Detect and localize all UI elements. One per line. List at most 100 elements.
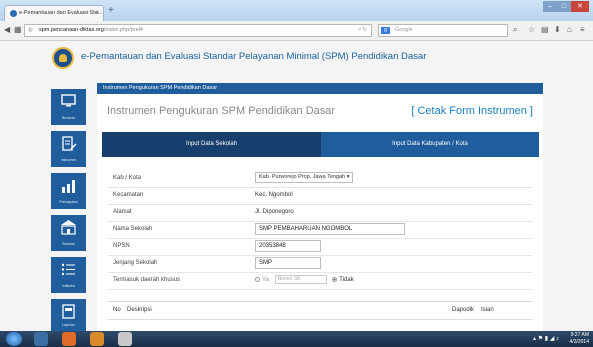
tidak-label: Tidak (339, 277, 354, 283)
url-path: /index.php/prel4 (103, 27, 143, 33)
star-icon[interactable]: ☆ (528, 26, 535, 34)
chevron-down-icon: ▾ (346, 174, 350, 180)
tab-title: e-Pemantauan dan Evaluasi Sta... (19, 10, 103, 16)
clock-time: 9:27 AM (570, 332, 589, 338)
sidebar-item-instrumen[interactable]: Instrumen (51, 131, 86, 167)
clock-date: 4/3/2014 (569, 339, 589, 345)
sidebar-label: Instrumen (60, 158, 77, 162)
window-controls: – □ ✕ (543, 1, 589, 13)
kecamatan-label: Kecamatan (113, 192, 144, 198)
tab-input-data-sekolah[interactable]: Input Data Sekolah (102, 132, 321, 157)
home-page-icon[interactable]: ⌂ (567, 26, 572, 34)
npsn-label: NPSN (113, 243, 130, 249)
site-header: e-Pemantauan dan Evaluasi Standar Pelaya… (0, 41, 593, 75)
download-icon[interactable]: ⬇ (554, 26, 561, 34)
jenjang-field[interactable]: SMP (255, 257, 321, 269)
sidebar-item-indikator[interactable]: Indikator (51, 257, 86, 293)
web-page: e-Pemantauan dan Evaluasi Standar Pelaya… (0, 41, 593, 331)
tab-input-data-kabupaten[interactable]: Input Data Kabupaten / Kota (321, 132, 539, 157)
npsn-field[interactable]: 20353848 (255, 240, 321, 252)
menu-icon[interactable]: ≡ (580, 26, 585, 34)
tut-wuri-logo (52, 47, 74, 69)
nama-sekolah-field[interactable]: SMP PEMBAHARUAN NGOMBOL (255, 223, 405, 235)
site-title: e-Pemantauan dan Evaluasi Standar Pelaya… (81, 51, 427, 62)
back-arrow-icon[interactable]: ◀ (4, 26, 10, 34)
globe-icon: ◍ (28, 27, 33, 33)
app-icon[interactable] (90, 332, 104, 346)
tab-strip: Input Data Sekolah Input Data Kabupaten … (102, 132, 539, 157)
ya-radio[interactable] (255, 276, 260, 282)
kab-kota-label: Kab / Kota (113, 175, 142, 181)
minimize-button[interactable]: – (543, 1, 557, 12)
tab-favicon-icon (10, 10, 17, 17)
os-taskbar: ▴ ⚑ ▮ ◢ ♪ 9:27 AM 4/3/2014 (0, 331, 593, 347)
form-row-alamat: Alamat Jl. Diponegoro (107, 204, 533, 222)
clock[interactable]: 9:27 AM 4/3/2014 (570, 332, 589, 346)
address-bar[interactable]: ◍ spm.pencanaan-diktas.org/index.php/pre… (24, 24, 372, 37)
app-icon[interactable] (118, 332, 132, 346)
system-tray-icons[interactable]: ▴ ⚑ ▮ ◢ ♪ (533, 335, 559, 342)
browser-tab-bar: e-Pemantauan dan Evaluasi Sta... × + – □… (0, 0, 593, 21)
sidebar-label: Sekolah (62, 242, 75, 246)
sidebar-label: Indikator (61, 284, 76, 288)
daerah-khusus-options: Ya Nomor SK Tidak (255, 274, 354, 287)
jenjang-label: Jenjang Sekolah (113, 260, 158, 266)
reload-icon[interactable]: ▿ ↻ (358, 25, 367, 36)
tidak-radio[interactable] (332, 276, 338, 282)
search-icon[interactable]: ⌕ (513, 26, 517, 34)
daerah-khusus-label: Termasuk daerah khusus (113, 277, 181, 283)
home-icon[interactable]: ▦ (14, 26, 22, 34)
alamat-label: Alamat (113, 209, 132, 215)
col-no: No (113, 307, 121, 313)
search-placeholder: Google (395, 27, 413, 33)
page-title: Instrumen Pengukuran SPM Pendidikan Dasa… (107, 105, 336, 117)
col-isian: Isian (481, 307, 494, 313)
sidebar-item-laporan[interactable]: Laporan (51, 299, 86, 331)
monitor-icon (61, 94, 76, 107)
maximize-button[interactable]: □ (557, 1, 571, 12)
alamat-value: Jl. Diponegoro (255, 209, 294, 215)
browser-tab[interactable]: e-Pemantauan dan Evaluasi Sta... × (4, 5, 104, 21)
col-deskripsi: Deskripsi (127, 307, 152, 313)
ya-label: Ya (262, 277, 269, 283)
form-row-npsn: NPSN 20353848 (107, 238, 533, 256)
sidebar-label: Pencapaian (59, 200, 78, 204)
col-dapodik: Dapodik (452, 307, 475, 313)
print-form-link[interactable]: [ Cetak Form Instrumen ] (411, 105, 533, 117)
kab-kota-value: Kab. Purworejo Prop. Jawa Tengah (259, 174, 346, 180)
nama-sekolah-label: Nama Sekolah (113, 226, 153, 232)
form-row-kecamatan: Kecamatan Kec. Ngombol (107, 187, 533, 205)
sidebar-item-beranda[interactable]: Beranda (51, 89, 86, 125)
building-icon (61, 220, 76, 235)
browser-nav-bar: ◀ ▦ ◍ spm.pencanaan-diktas.org/index.php… (0, 21, 593, 41)
close-window-button[interactable]: ✕ (571, 1, 589, 12)
list-icon (61, 263, 75, 276)
form-row-jenjang: Jenjang Sekolah SMP (107, 255, 533, 273)
sidebar-item-pencapaian[interactable]: Pencapaian (51, 173, 86, 209)
google-icon: g (381, 27, 390, 34)
kecamatan-value: Kec. Ngombol (255, 192, 293, 198)
new-tab-button[interactable]: + (108, 6, 114, 16)
sidebar-label: Beranda (61, 116, 76, 120)
search-box[interactable]: g Google (378, 24, 508, 37)
content-panel: Instrumen Pengukuran SPM Pendidikan Dasa… (97, 83, 543, 331)
kab-kota-select[interactable]: Kab. Purworejo Prop. Jawa Tengah ▾ (255, 172, 354, 183)
form-row-kab-kota: Kab / Kota Kab. Purworejo Prop. Jawa Ten… (107, 170, 533, 188)
document-edit-icon (62, 136, 77, 151)
form-row-daerah-khusus: Termasuk daerah khusus Ya Nomor SK Tidak (107, 272, 533, 290)
sidebar-item-sekolah[interactable]: Sekolah (51, 215, 86, 251)
form-row-nama-sekolah: Nama Sekolah SMP PEMBAHARUAN NGOMBOL (107, 221, 533, 239)
table-header: No Deskripsi Dapodik Isian (107, 301, 533, 320)
sidebar: Beranda Instrumen Pencapaian Sekolah Ind… (48, 75, 89, 331)
bookmarks-icon[interactable]: ▤ (541, 26, 549, 34)
bar-chart-icon (62, 180, 75, 193)
content-breadcrumb-bar: Instrumen Pengukuran SPM Pendidikan Dasa… (97, 83, 543, 94)
report-icon (62, 304, 75, 319)
sidebar-label: Laporan (62, 323, 75, 327)
url-domain: spm.pencanaan-diktas.org (39, 27, 104, 33)
start-button[interactable] (6, 332, 22, 346)
tab-close-icon[interactable]: × (95, 6, 99, 21)
firefox-icon[interactable] (62, 332, 76, 346)
explorer-icon[interactable] (34, 332, 48, 346)
nomor-sk-field[interactable]: Nomor SK (274, 274, 327, 284)
